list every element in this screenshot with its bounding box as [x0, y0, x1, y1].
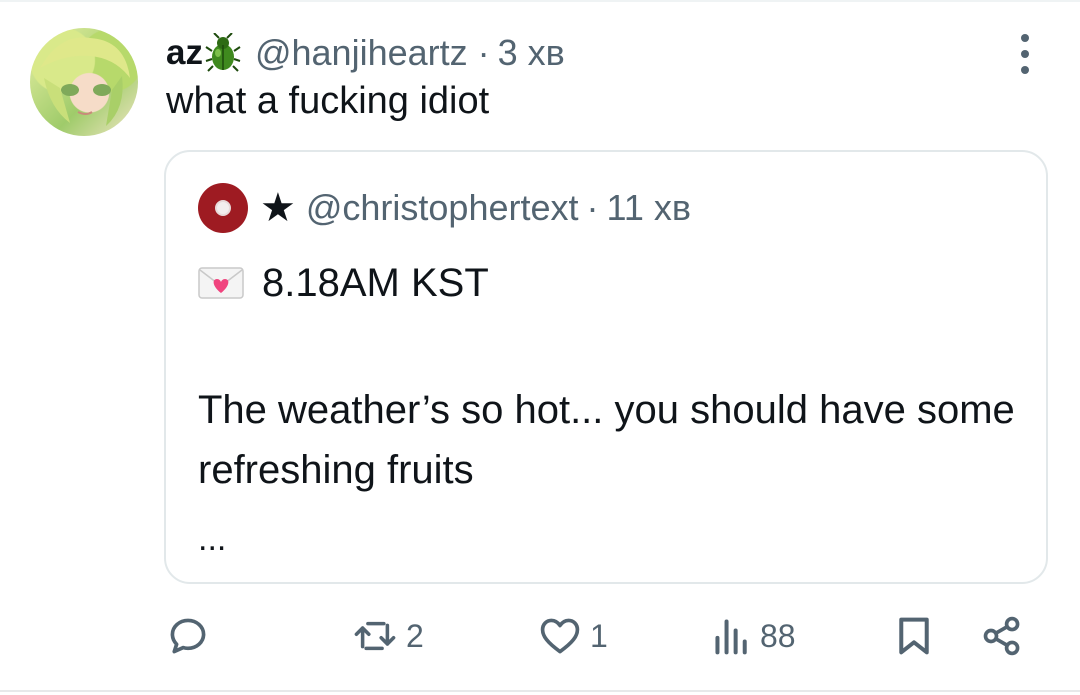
like-count: 1 — [590, 617, 608, 654]
action-bar: 2 1 88 — [0, 608, 1080, 664]
bookmark-button[interactable] — [894, 608, 934, 664]
quoted-tweet[interactable]: ★ @christophertext · 11 хв 8.18AM KST Th… — [164, 150, 1048, 584]
quoted-time-text: 8.18AM KST — [262, 260, 489, 305]
views-icon — [715, 619, 747, 655]
separator-dot: · — [586, 187, 599, 228]
heart-icon — [540, 618, 580, 654]
tweet-text: what a fucking idiot — [166, 80, 490, 122]
views-button[interactable]: 88 — [712, 608, 796, 664]
retweet-icon — [354, 621, 396, 651]
author-name[interactable]: az — [166, 33, 203, 73]
quoted-first-line: 8.18AM KST — [198, 258, 489, 308]
reply-button[interactable] — [166, 608, 218, 664]
like-button[interactable]: 1 — [538, 608, 608, 664]
retweet-button[interactable]: 2 — [352, 608, 424, 664]
quoted-body-text: The weather’s so hot... you should have … — [198, 388, 1015, 492]
tweet-timestamp[interactable]: 3 хв — [498, 32, 565, 74]
bottom-divider — [0, 690, 1080, 692]
quoted-tweet-header: ★ @christophertext · 11 хв — [198, 182, 691, 234]
retweet-count: 2 — [406, 617, 424, 654]
avatar[interactable] — [30, 28, 138, 136]
more-options-icon[interactable] — [1016, 34, 1034, 74]
reply-icon — [170, 618, 206, 654]
views-count: 88 — [760, 617, 796, 654]
bookmark-icon — [899, 617, 929, 655]
tweet-header: az @hanjiheartz · 3 хв — [166, 30, 565, 76]
quoted-ellipsis: ... — [198, 520, 227, 558]
quoted-timestamp: 11 хв — [606, 187, 692, 228]
share-icon — [983, 616, 1020, 656]
quoted-author-handle: @christophertext — [305, 187, 579, 228]
quoted-avatar[interactable] — [198, 183, 248, 233]
share-button[interactable] — [980, 608, 1024, 664]
author-handle[interactable]: @hanjiheartz — [255, 32, 468, 74]
beetle-icon — [205, 33, 241, 73]
top-divider — [0, 0, 1080, 2]
quoted-author-name: ★ — [260, 186, 296, 230]
separator-dot: · — [477, 32, 490, 73]
love-letter-icon — [198, 267, 244, 299]
avatar-illustration — [40, 37, 130, 126]
